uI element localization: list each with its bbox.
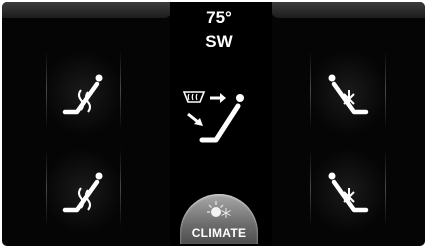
top-bar-left <box>2 2 172 18</box>
rear-left-seat-button[interactable] <box>43 148 123 234</box>
cooled-seat-icon <box>328 172 369 213</box>
compass-direction: SW <box>205 32 233 51</box>
heated-seat-icon <box>62 172 103 213</box>
outside-temperature: 75° <box>206 8 232 27</box>
airflow-mode-button[interactable] <box>174 82 266 152</box>
top-bar-right <box>271 2 425 18</box>
cooled-seat-icon <box>328 74 369 115</box>
rear-right-seat-button[interactable] <box>308 148 388 234</box>
climate-sun-snow-icon <box>207 201 231 218</box>
defrost-airflow-icon <box>182 91 244 143</box>
front-right-seat-button[interactable] <box>308 50 388 136</box>
front-left-seat-button[interactable] <box>43 50 123 136</box>
climate-label: CLIMATE <box>191 226 247 240</box>
heated-seat-icon <box>62 74 103 115</box>
